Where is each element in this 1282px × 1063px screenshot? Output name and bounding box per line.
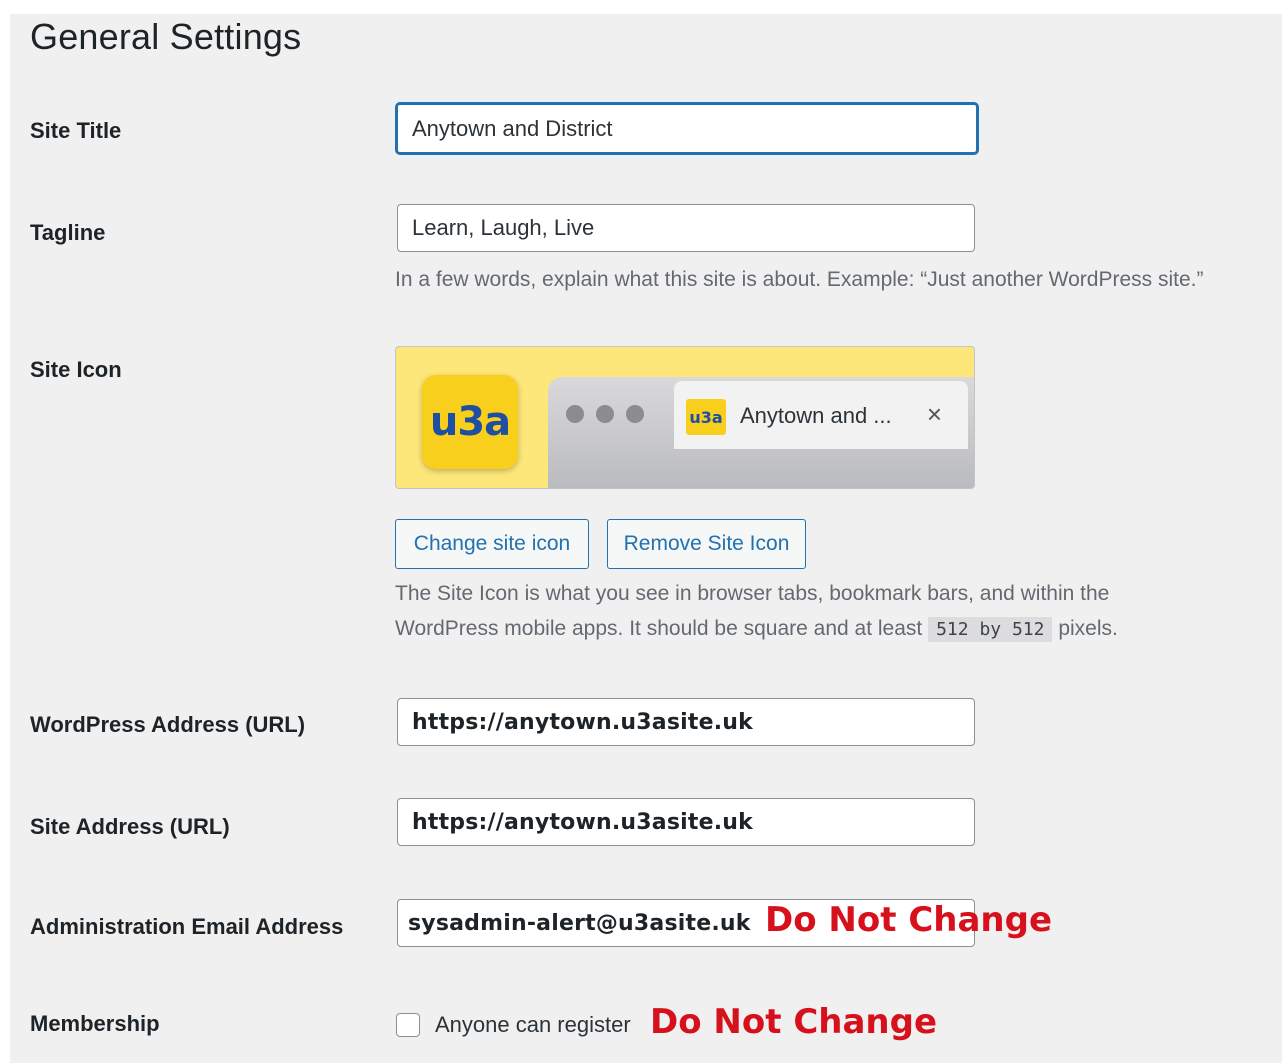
- anyone-can-register-label[interactable]: Anyone can register: [435, 1012, 631, 1038]
- site-address-label: Site Address (URL): [30, 814, 230, 839]
- site-icon-description-suffix: pixels.: [1058, 617, 1118, 640]
- tagline-description: In a few words, explain what this site i…: [395, 268, 1204, 291]
- site-address-input[interactable]: https://anytown.u3asite.uk: [397, 798, 975, 846]
- tagline-label: Tagline: [30, 220, 106, 245]
- site-icon-label: Site Icon: [30, 357, 122, 382]
- site-icon-description-line1: The Site Icon is what you see in browser…: [395, 582, 1110, 605]
- remove-site-icon-button[interactable]: Remove Site Icon: [607, 519, 806, 569]
- admin-email-warning: Do Not Change: [765, 900, 1053, 940]
- browser-tab: u3a Anytown and ... ×: [674, 381, 968, 449]
- favicon-icon: u3a: [686, 399, 726, 435]
- site-icon-preview: u3a u3a Anytown and ... ×: [395, 346, 975, 489]
- site-icon-description-line2: WordPress mobile apps. It should be squa…: [395, 617, 923, 640]
- close-icon: ×: [926, 399, 942, 429]
- browser-mockup: u3a Anytown and ... ×: [548, 377, 974, 488]
- site-title-input[interactable]: Anytown and District: [396, 103, 978, 154]
- tab-title: Anytown and ...: [740, 403, 892, 428]
- wordpress-address-label: WordPress Address (URL): [30, 712, 306, 737]
- anyone-can-register-checkbox[interactable]: [396, 1013, 420, 1037]
- tagline-input[interactable]: Learn, Laugh, Live: [397, 204, 975, 252]
- site-title-label: Site Title: [30, 118, 122, 143]
- window-dots-icon: [566, 405, 644, 423]
- wordpress-address-input[interactable]: https://anytown.u3asite.uk: [397, 698, 975, 746]
- page-title: General Settings: [30, 16, 302, 57]
- change-site-icon-button[interactable]: Change site icon: [395, 519, 589, 569]
- admin-email-label: Administration Email Address: [30, 914, 344, 939]
- site-icon-description: The Site Icon is what you see in browser…: [395, 576, 1118, 647]
- app-icon: u3a: [422, 375, 518, 469]
- icon-size-code: 512 by 512: [928, 617, 1053, 642]
- membership-label: Membership: [30, 1011, 160, 1036]
- membership-warning: Do Not Change: [650, 1002, 938, 1042]
